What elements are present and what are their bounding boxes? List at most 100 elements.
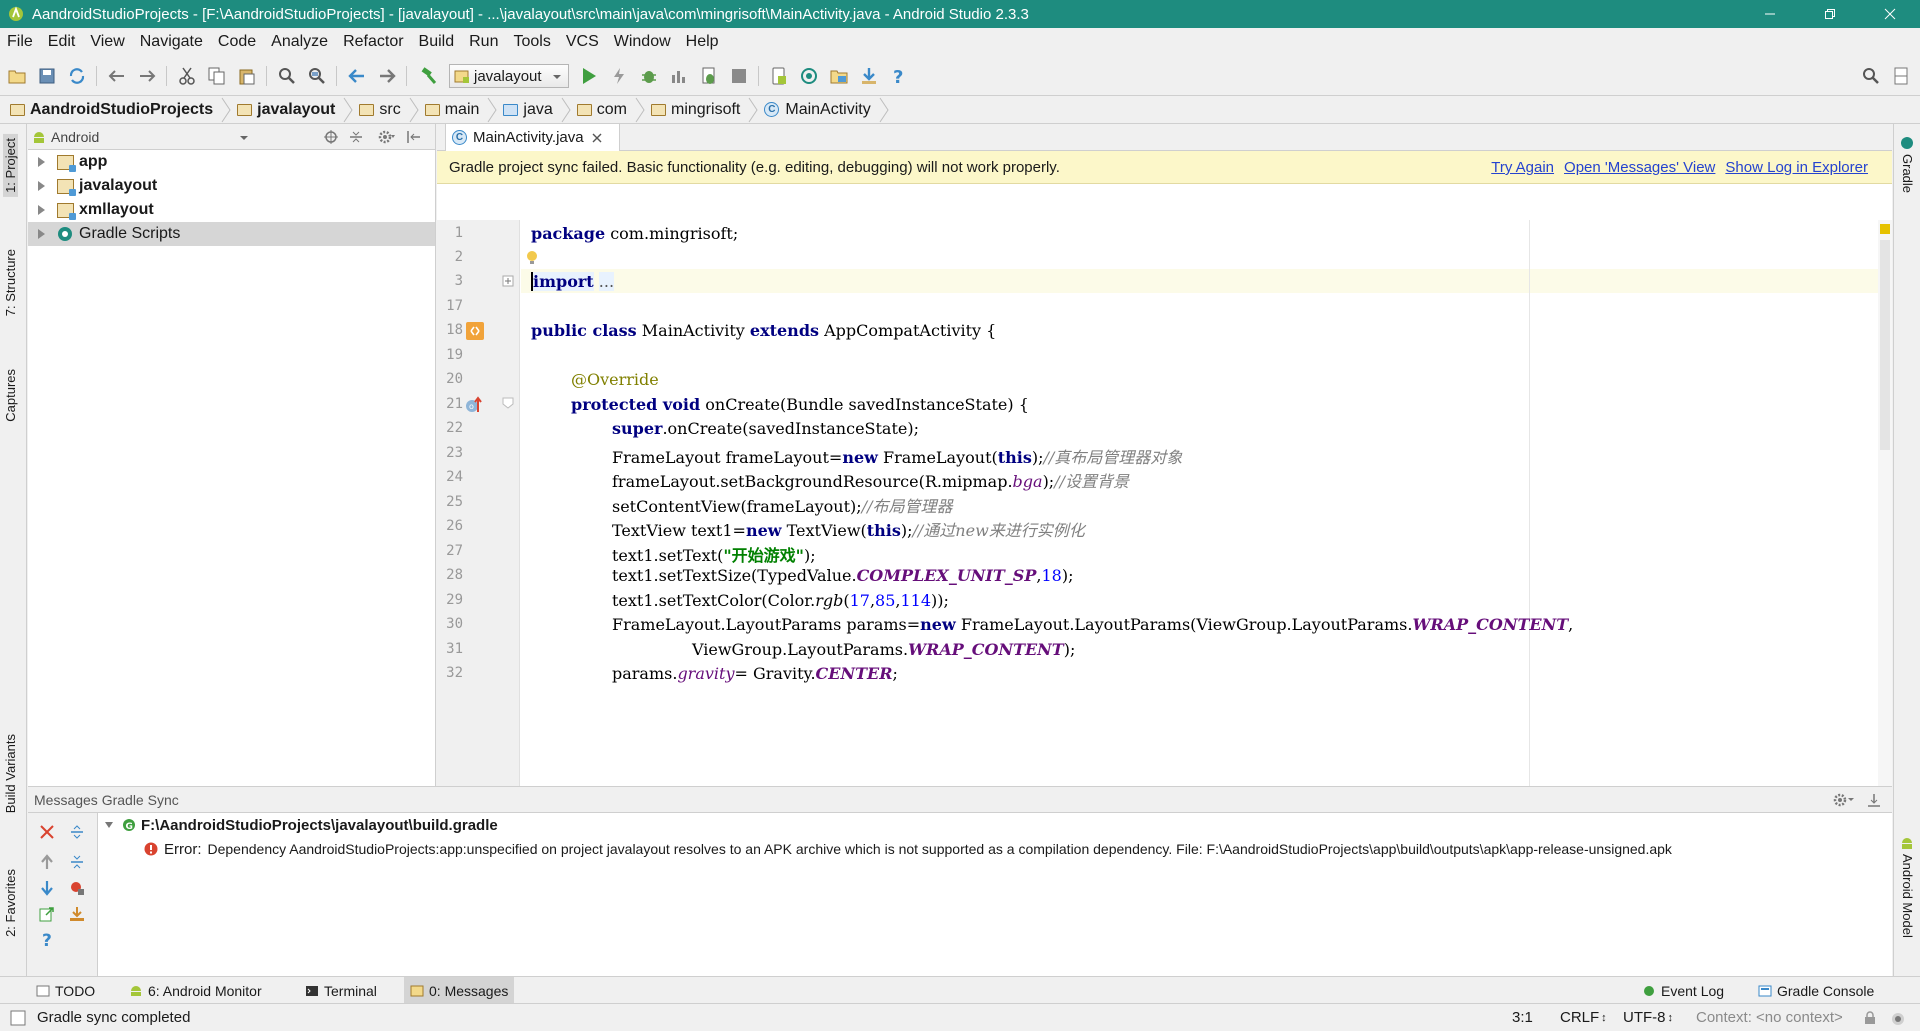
folded-imports[interactable]: ... [598,272,615,291]
export-button[interactable] [36,903,58,925]
next-message-button[interactable] [36,877,58,899]
project-tool-tab[interactable]: 1: Project [3,134,18,197]
paste-button[interactable] [236,65,258,87]
replace-button[interactable] [306,65,328,87]
profile-button[interactable] [668,65,690,87]
show-errors-toggle[interactable] [66,877,88,899]
android-model-tool-tab[interactable]: Android Model [1900,854,1915,938]
message-error-row[interactable]: Error: Dependency AandroidStudioProjects… [98,837,1892,861]
editor-tab-mainactivity[interactable]: C MainActivity.java [445,124,620,151]
attach-debugger-button[interactable] [698,65,720,87]
previous-message-button[interactable] [36,851,58,873]
gradle-console-tool-tab[interactable]: Gradle Console [1752,977,1880,1004]
split-editor-button[interactable] [1890,65,1912,87]
menu-refactor[interactable]: Refactor [342,33,404,51]
crumb-main[interactable]: main [424,96,500,124]
warning-marker[interactable] [1880,224,1890,234]
terminal-tool-tab[interactable]: Terminal [299,977,383,1004]
close-icon[interactable] [592,133,602,143]
inspector-icon[interactable] [1890,1010,1906,1026]
crumb-java[interactable]: java [503,96,572,124]
run-config-dropdown[interactable]: javalayout [449,64,569,88]
tree-item-javalayout[interactable]: javalayout [28,174,435,198]
todo-tool-tab[interactable]: TODO [30,977,101,1004]
close-window-button[interactable] [1860,0,1920,28]
hide-panel-icon[interactable] [406,129,422,145]
back-button[interactable] [346,65,368,87]
undo-button[interactable] [106,65,128,87]
help-button[interactable]: ? [888,65,910,87]
menu-build[interactable]: Build [418,33,456,51]
cut-button[interactable] [176,65,198,87]
favorites-tool-tab[interactable]: 2: Favorites [3,869,18,937]
gear-icon[interactable] [377,129,395,145]
caret-position[interactable]: 3:1 [1512,1004,1533,1031]
sdk-manager-button[interactable] [858,65,880,87]
copy-button[interactable] [206,65,228,87]
help-button[interactable]: ? [36,929,58,951]
maximize-button[interactable] [1800,0,1860,28]
tree-item-gradle-scripts[interactable]: Gradle Scripts [28,222,435,246]
menu-navigate[interactable]: Navigate [139,33,204,51]
locate-icon[interactable] [323,129,339,145]
stop-button[interactable] [728,65,750,87]
code-editor[interactable]: 1 2 3 17 18 19 20 21 22 23 24 25 26 27 2… [437,220,1892,786]
menu-code[interactable]: Code [217,33,257,51]
forward-button[interactable] [376,65,398,87]
collapse-all-icon[interactable] [348,129,364,145]
structure-tool-tab[interactable]: 7: Structure [3,249,18,316]
expand-all-button[interactable] [66,821,88,843]
expand-triangle-icon[interactable] [38,205,45,215]
redo-button[interactable] [136,65,158,87]
tool-windows-toggle-icon[interactable] [10,1010,26,1026]
run-button[interactable] [578,65,600,87]
expand-triangle-icon[interactable] [38,157,45,167]
apply-changes-button[interactable] [608,65,630,87]
minimize-button[interactable] [1740,0,1800,28]
messages-tool-tab[interactable]: 0: Messages [404,977,515,1004]
try-again-link[interactable]: Try Again [1491,159,1554,176]
search-everywhere-button[interactable] [1860,65,1882,87]
gradle-tool-tab[interactable]: Gradle [1900,154,1915,193]
save-button[interactable] [36,65,58,87]
crumb-com[interactable]: com [576,96,647,124]
show-log-link[interactable]: Show Log in Explorer [1725,159,1868,176]
layout-preview-icon[interactable] [465,321,485,341]
close-messages-button[interactable] [36,821,58,843]
crumb-module[interactable]: javalayout [237,96,355,124]
lock-icon[interactable] [1864,1011,1876,1025]
debug-button[interactable] [638,65,660,87]
avd-manager-button[interactable] [768,65,790,87]
captures-tool-tab[interactable]: Captures [3,369,18,422]
collapse-triangle-icon[interactable] [104,820,114,830]
open-messages-link[interactable]: Open 'Messages' View [1564,159,1715,176]
open-button[interactable] [6,65,28,87]
menu-file[interactable]: File [6,33,34,51]
menu-view[interactable]: View [89,33,125,51]
expand-triangle-icon[interactable] [38,229,45,239]
tree-item-xmllayout[interactable]: xmllayout [28,198,435,222]
tree-item-app[interactable]: app [28,150,435,174]
sync-gradle-button[interactable] [798,65,820,87]
context-indicator[interactable]: Context: <no context> [1696,1004,1843,1031]
scrollbar-thumb[interactable] [1880,240,1890,450]
menu-tools[interactable]: Tools [512,33,551,51]
hide-panel-icon[interactable] [1866,792,1882,808]
make-project-button[interactable] [418,65,440,87]
menu-run[interactable]: Run [468,33,499,51]
override-method-icon[interactable]: o [465,396,485,414]
build-variants-tool-tab[interactable]: Build Variants [3,734,18,813]
collapse-all-button[interactable] [66,851,88,873]
status-message[interactable]: Gradle sync completed [37,1004,190,1031]
lightbulb-icon[interactable] [525,250,539,266]
crumb-class[interactable]: C MainActivity [764,96,890,124]
fold-expand-icon[interactable] [502,275,514,287]
menu-vcs[interactable]: VCS [565,33,600,51]
gear-icon[interactable] [1832,792,1856,808]
line-separator[interactable]: CRLF ↕ [1560,1004,1607,1031]
event-log-tool-tab[interactable]: Event Log [1636,977,1730,1004]
editor-scrollbar[interactable] [1878,220,1892,786]
crumb-src[interactable]: src [359,96,420,124]
find-button[interactable] [276,65,298,87]
crumb-root[interactable]: AandroidStudioProjects [10,96,233,124]
